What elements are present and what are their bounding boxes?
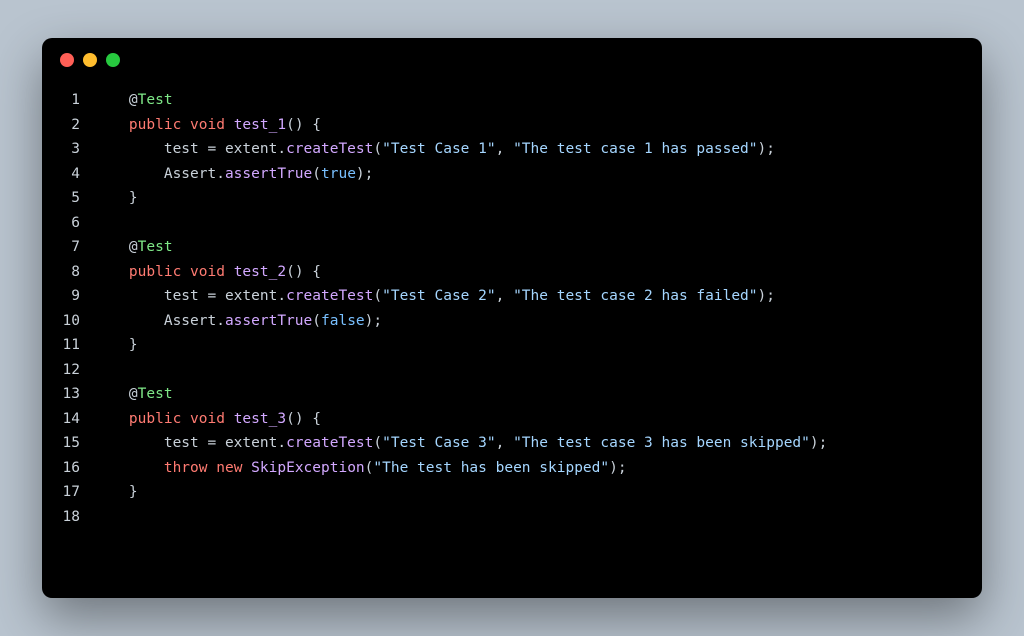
code-content[interactable]: } bbox=[94, 186, 138, 211]
line-number: 13 bbox=[42, 382, 94, 407]
code-line[interactable]: 5 } bbox=[42, 186, 982, 211]
code-content[interactable]: throw new SkipException("The test has be… bbox=[94, 456, 627, 481]
code-line[interactable]: 10 Assert.assertTrue(false); bbox=[42, 309, 982, 334]
line-number: 1 bbox=[42, 88, 94, 113]
line-number: 15 bbox=[42, 431, 94, 456]
code-line[interactable]: 18 bbox=[42, 505, 982, 530]
code-content[interactable]: Assert.assertTrue(false); bbox=[94, 309, 382, 334]
code-editor[interactable]: 1 @Test2 public void test_1() {3 test = … bbox=[42, 82, 982, 529]
code-content[interactable]: } bbox=[94, 480, 138, 505]
close-button[interactable] bbox=[60, 53, 74, 67]
code-line[interactable]: 2 public void test_1() { bbox=[42, 113, 982, 138]
code-line[interactable]: 16 throw new SkipException("The test has… bbox=[42, 456, 982, 481]
code-content[interactable]: @Test bbox=[94, 88, 173, 113]
code-line[interactable]: 14 public void test_3() { bbox=[42, 407, 982, 432]
code-content[interactable]: public void test_2() { bbox=[94, 260, 321, 285]
zoom-button[interactable] bbox=[106, 53, 120, 67]
code-line[interactable]: 9 test = extent.createTest("Test Case 2"… bbox=[42, 284, 982, 309]
code-line[interactable]: 13 @Test bbox=[42, 382, 982, 407]
code-line[interactable]: 12 bbox=[42, 358, 982, 383]
code-content[interactable]: public void test_3() { bbox=[94, 407, 321, 432]
code-line[interactable]: 17 } bbox=[42, 480, 982, 505]
code-content[interactable]: @Test bbox=[94, 382, 173, 407]
code-line[interactable]: 3 test = extent.createTest("Test Case 1"… bbox=[42, 137, 982, 162]
code-line[interactable]: 1 @Test bbox=[42, 88, 982, 113]
code-content[interactable]: @Test bbox=[94, 235, 173, 260]
line-number: 4 bbox=[42, 162, 94, 187]
line-number: 14 bbox=[42, 407, 94, 432]
line-number: 3 bbox=[42, 137, 94, 162]
code-content[interactable]: public void test_1() { bbox=[94, 113, 321, 138]
line-number: 6 bbox=[42, 211, 94, 236]
minimize-button[interactable] bbox=[83, 53, 97, 67]
code-line[interactable]: 4 Assert.assertTrue(true); bbox=[42, 162, 982, 187]
line-number: 11 bbox=[42, 333, 94, 358]
line-number: 16 bbox=[42, 456, 94, 481]
line-number: 7 bbox=[42, 235, 94, 260]
code-line[interactable]: 6 bbox=[42, 211, 982, 236]
code-content[interactable]: test = extent.createTest("Test Case 3", … bbox=[94, 431, 827, 456]
line-number: 18 bbox=[42, 505, 94, 530]
line-number: 10 bbox=[42, 309, 94, 334]
code-content[interactable]: } bbox=[94, 333, 138, 358]
line-number: 2 bbox=[42, 113, 94, 138]
line-number: 8 bbox=[42, 260, 94, 285]
line-number: 12 bbox=[42, 358, 94, 383]
code-line[interactable]: 11 } bbox=[42, 333, 982, 358]
line-number: 5 bbox=[42, 186, 94, 211]
window-titlebar bbox=[42, 38, 982, 82]
code-line[interactable]: 8 public void test_2() { bbox=[42, 260, 982, 285]
code-line[interactable]: 7 @Test bbox=[42, 235, 982, 260]
line-number: 9 bbox=[42, 284, 94, 309]
code-line[interactable]: 15 test = extent.createTest("Test Case 3… bbox=[42, 431, 982, 456]
line-number: 17 bbox=[42, 480, 94, 505]
code-content[interactable]: Assert.assertTrue(true); bbox=[94, 162, 373, 187]
code-content[interactable]: test = extent.createTest("Test Case 2", … bbox=[94, 284, 775, 309]
code-window: 1 @Test2 public void test_1() {3 test = … bbox=[42, 38, 982, 598]
code-content[interactable]: test = extent.createTest("Test Case 1", … bbox=[94, 137, 775, 162]
